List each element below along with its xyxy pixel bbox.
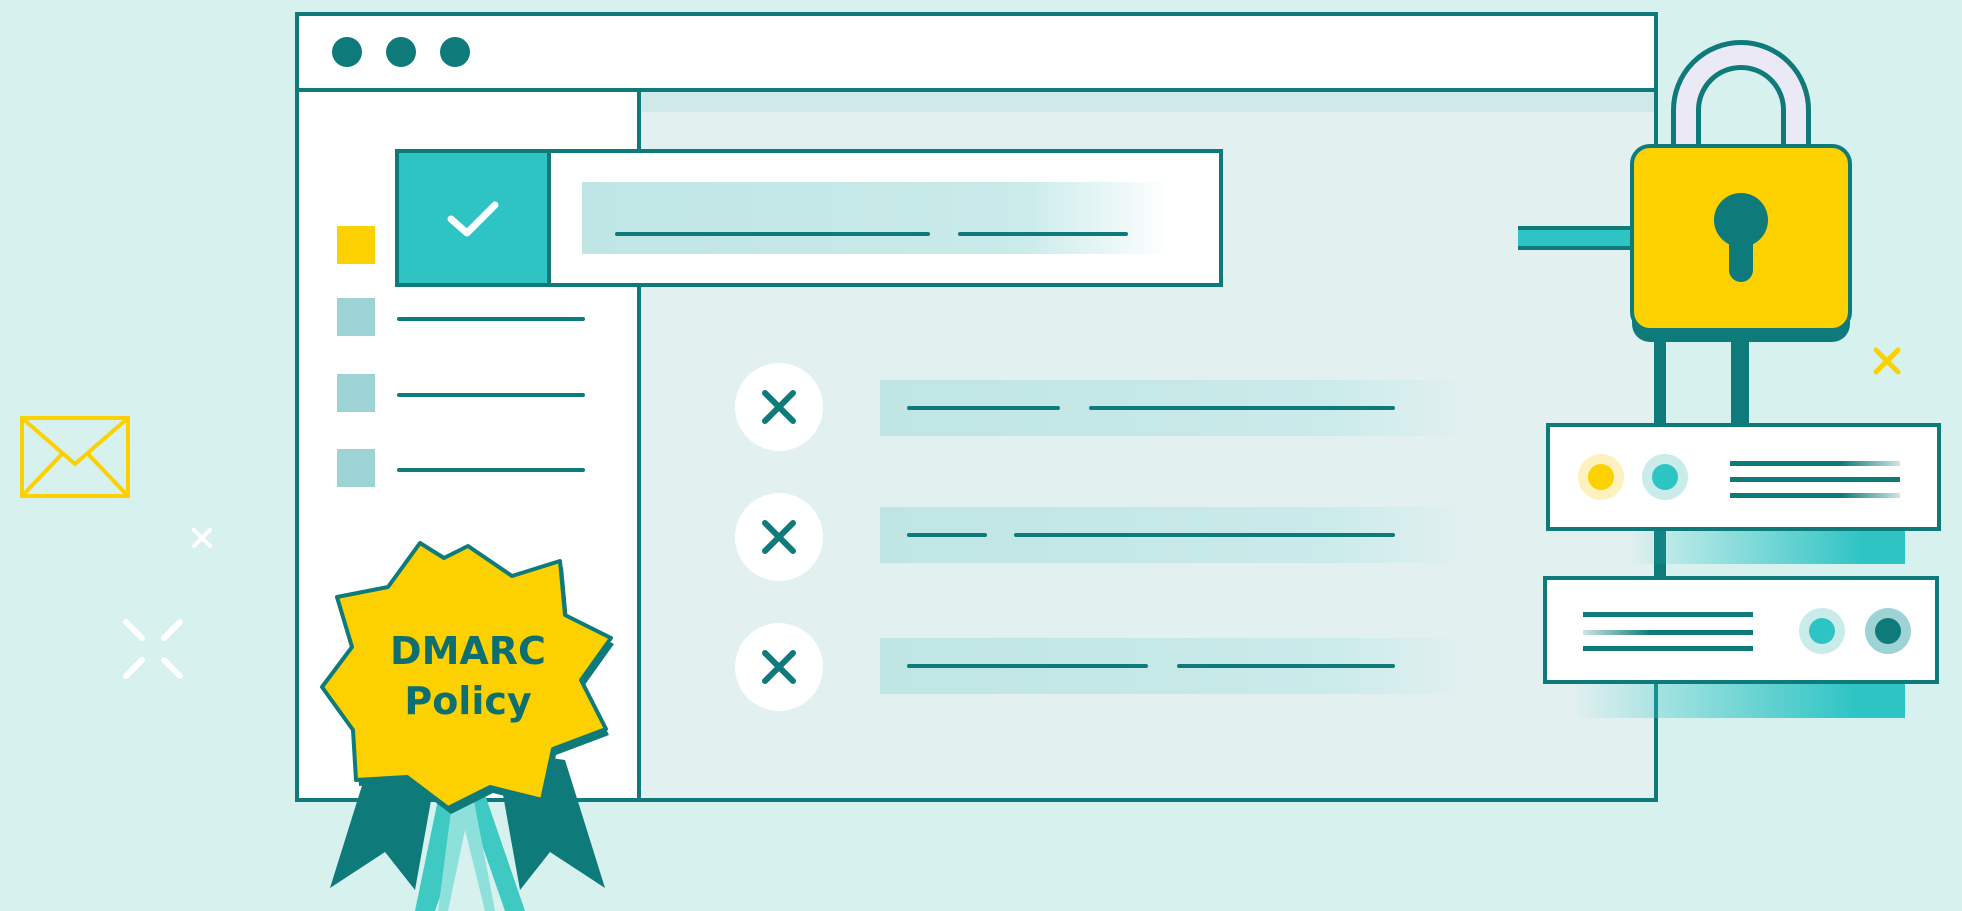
- check-cell: [399, 153, 551, 283]
- server-text-line: [1583, 612, 1753, 617]
- sidebar-item-marker[interactable]: [337, 374, 375, 412]
- row-text-line: [615, 232, 930, 236]
- row-content-bar: [582, 182, 1170, 254]
- sidebar-item-line: [397, 468, 585, 472]
- status-light: [1809, 618, 1835, 644]
- row-text-line: [958, 232, 1128, 236]
- check-icon: [447, 201, 499, 237]
- sidebar-item-line: [397, 317, 585, 321]
- status-light: [1652, 464, 1678, 490]
- row-text-line: [907, 664, 1148, 668]
- connector-bar: [1518, 226, 1633, 250]
- server-text-line: [1583, 646, 1753, 651]
- server-text-line: [1730, 493, 1900, 498]
- window-control-dot[interactable]: [386, 37, 416, 67]
- server-text-line: [1730, 477, 1900, 482]
- server-shadow: [1572, 684, 1905, 718]
- reject-status: [735, 363, 823, 451]
- row-text-line: [1089, 406, 1395, 410]
- x-icon: [762, 650, 796, 684]
- padlock-icon: [1630, 40, 1852, 342]
- sidebar-item-marker[interactable]: [337, 449, 375, 487]
- server-unit[interactable]: [1543, 576, 1939, 684]
- badge-subtitle: Policy: [404, 679, 532, 723]
- server-text-line: [1730, 461, 1900, 466]
- row-text-line: [907, 406, 1060, 410]
- row-text-line: [1177, 664, 1395, 668]
- x-icon: [762, 390, 796, 424]
- status-light: [1588, 464, 1614, 490]
- window-control-dot[interactable]: [440, 37, 470, 67]
- badge-title: DMARC: [390, 629, 546, 673]
- window-titlebar: [299, 16, 1654, 92]
- sidebar-item-line: [397, 393, 585, 397]
- sparkle-icon: [1873, 347, 1901, 375]
- server-text-line: [1583, 630, 1753, 635]
- sidebar-item-marker[interactable]: [337, 226, 375, 264]
- sidebar-item-marker[interactable]: [337, 298, 375, 336]
- envelope-icon: [20, 416, 130, 498]
- status-light: [1875, 618, 1901, 644]
- content-header-strip: [641, 92, 1654, 112]
- server-shadow: [1630, 530, 1905, 564]
- row-text-line: [907, 533, 987, 537]
- reject-status: [735, 623, 823, 711]
- row-text-line: [1014, 533, 1395, 537]
- verified-row[interactable]: [395, 149, 1223, 287]
- sparkle-icon: [123, 619, 183, 679]
- sparkle-icon: [192, 528, 212, 548]
- window-control-dot[interactable]: [332, 37, 362, 67]
- reject-status: [735, 493, 823, 581]
- server-unit[interactable]: [1546, 423, 1941, 531]
- x-icon: [762, 520, 796, 554]
